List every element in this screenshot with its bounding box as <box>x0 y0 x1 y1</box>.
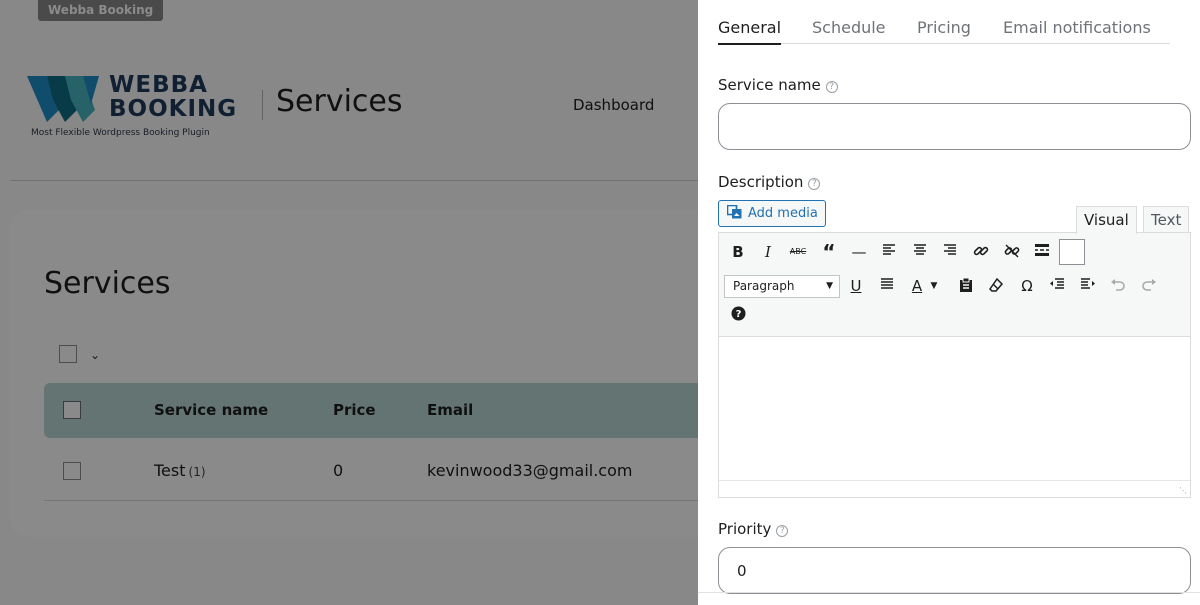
service-name-label: Service name? <box>718 76 838 94</box>
blockquote-icon[interactable]: “ <box>816 239 842 265</box>
add-media-button[interactable]: Add media <box>718 200 826 227</box>
format-select[interactable]: Paragraph ▼ <box>724 275 840 298</box>
description-label: Description? <box>718 173 821 191</box>
modal-overlay[interactable] <box>0 0 698 605</box>
media-icon <box>726 203 742 219</box>
editor-toolbar: B I ABC “ — Paragraph ▼ U A ▼ Ω ? <box>719 233 1190 337</box>
strikethrough-icon[interactable]: ABC <box>785 239 811 265</box>
tab-pricing[interactable]: Pricing <box>917 18 971 37</box>
panel-bottom-divider <box>698 592 1200 593</box>
help-icon[interactable]: ? <box>825 81 838 93</box>
service-edit-panel: General Schedule Pricing Email notificat… <box>698 0 1200 605</box>
description-label-text: Description <box>718 173 804 191</box>
svg-text:?: ? <box>735 309 741 320</box>
description-editor-content[interactable] <box>719 337 1190 481</box>
link-icon[interactable] <box>968 239 994 265</box>
bold-icon[interactable]: B <box>725 239 751 265</box>
keyboard-help-icon[interactable]: ? <box>725 302 751 328</box>
editor-tab-visual[interactable]: Visual <box>1076 206 1137 234</box>
editor-statusbar: ⋱ <box>719 480 1190 497</box>
add-media-label: Add media <box>748 206 818 221</box>
outdent-icon[interactable] <box>1044 273 1070 299</box>
redo-icon[interactable] <box>1136 273 1162 299</box>
paste-as-text-icon[interactable] <box>953 273 979 299</box>
tab-schedule[interactable]: Schedule <box>812 18 886 37</box>
description-editor: B I ABC “ — Paragraph ▼ U A ▼ Ω ? ⋱ <box>718 232 1191 498</box>
align-right-icon[interactable] <box>937 239 963 265</box>
editor-tab-text[interactable]: Text <box>1143 206 1190 233</box>
special-character-icon[interactable]: Ω <box>1014 273 1040 299</box>
indent-icon[interactable] <box>1075 273 1101 299</box>
italic-icon[interactable]: I <box>755 239 781 265</box>
tab-email-notifications[interactable]: Email notifications <box>1003 18 1151 37</box>
caret-down-icon: ▼ <box>826 281 833 291</box>
service-name-input[interactable] <box>718 103 1191 150</box>
tab-general[interactable]: General <box>718 18 782 45</box>
format-select-value: Paragraph <box>733 279 795 293</box>
unlink-icon[interactable] <box>999 239 1025 265</box>
justify-icon[interactable] <box>874 273 900 299</box>
undo-icon[interactable] <box>1105 273 1131 299</box>
align-center-icon[interactable] <box>907 239 933 265</box>
priority-label: Priority? <box>718 520 789 538</box>
service-name-label-text: Service name <box>718 76 821 94</box>
help-icon[interactable]: ? <box>776 525 789 537</box>
priority-label-text: Priority <box>718 520 772 538</box>
read-more-icon[interactable] <box>1029 239 1055 265</box>
caret-down-icon[interactable]: ▼ <box>927 273 941 299</box>
underline-icon[interactable]: U <box>843 273 869 299</box>
priority-input[interactable] <box>718 547 1191 594</box>
toolbar-toggle-icon[interactable] <box>1059 239 1085 265</box>
resize-grip-icon[interactable]: ⋱ <box>1179 486 1188 495</box>
horizontal-line-icon[interactable]: — <box>846 239 872 265</box>
panel-tabs: General Schedule Pricing Email notificat… <box>718 0 1170 45</box>
help-icon[interactable]: ? <box>808 178 821 190</box>
clear-formatting-icon[interactable] <box>983 273 1009 299</box>
align-left-icon[interactable] <box>876 239 902 265</box>
